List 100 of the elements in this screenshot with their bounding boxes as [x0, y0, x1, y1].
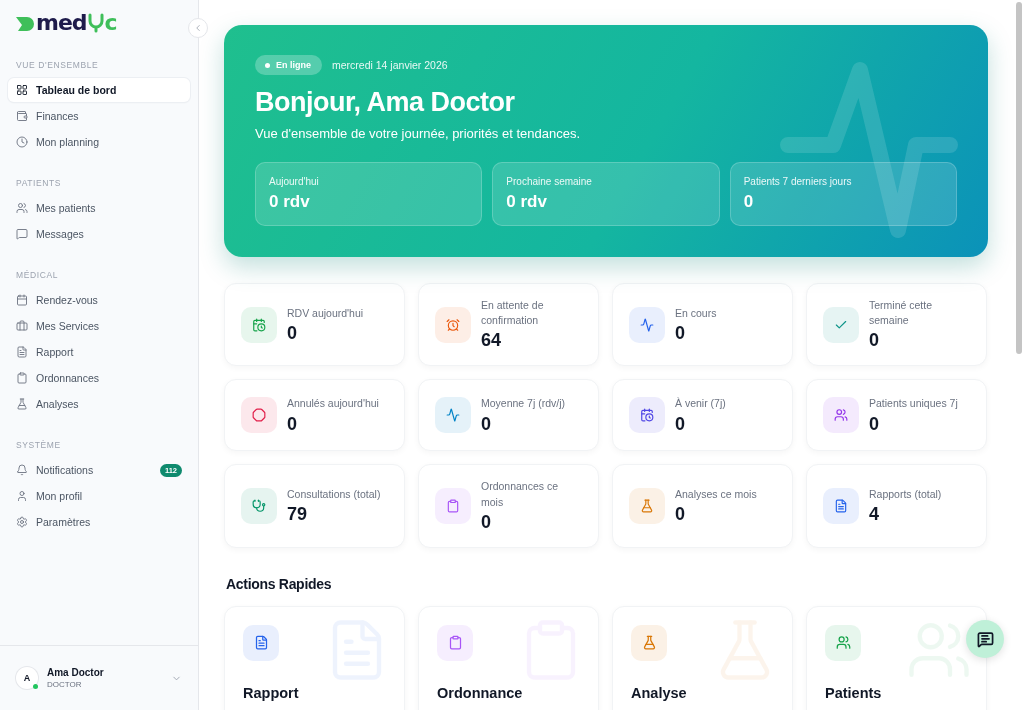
settings-icon — [16, 516, 28, 528]
nav-label: Mon planning — [36, 136, 101, 148]
nav-item[interactable]: Paramètres — [8, 510, 190, 534]
action-title: Rapport — [243, 684, 300, 701]
stat-label: En attente de confirmation — [481, 298, 545, 329]
date-text: mercredi 14 janvier 2026 — [332, 59, 448, 71]
wallet-icon — [16, 110, 28, 122]
octagon-icon — [252, 408, 266, 423]
summary-label: Prochaine semaine — [506, 176, 593, 187]
scrollbar[interactable] — [1016, 2, 1022, 354]
nav-label: Paramètres — [36, 516, 92, 528]
document-icon — [834, 499, 848, 514]
action-title: Ordonnance — [437, 684, 524, 701]
stat-value: 0 — [675, 322, 686, 344]
flask-icon — [16, 398, 28, 410]
message-icon — [16, 228, 28, 240]
clipboard-icon — [446, 499, 460, 514]
stat-value: 0 — [287, 413, 298, 435]
nav-label: Mes patients — [36, 202, 97, 214]
nav-item[interactable]: Mon profil — [8, 484, 190, 508]
stat-value: 0 — [481, 413, 492, 435]
stat-value: 0 — [869, 413, 880, 435]
bell-icon — [16, 464, 28, 476]
avatar: A — [16, 667, 38, 689]
greeting-title: Bonjour, Ama Doctor — [255, 87, 516, 118]
users-icon — [835, 635, 851, 651]
nav-item[interactable]: Ordonnances — [8, 366, 190, 390]
logo-mark-icon — [14, 14, 36, 32]
stat-label: À venir (7j) — [675, 396, 726, 412]
nav-label: Rapport — [36, 346, 75, 358]
flask-icon — [641, 635, 657, 651]
nav-item[interactable]: Rendez-vous — [8, 288, 190, 312]
stat-value: 64 — [481, 330, 503, 352]
flask-icon — [640, 499, 654, 514]
section-heading: Actions Rapides — [226, 575, 333, 592]
chevron-left-icon — [193, 23, 203, 33]
stat-value: 0 — [869, 330, 880, 352]
stat-value: 4 — [869, 504, 880, 526]
user-name: Ama Doctor — [47, 667, 105, 678]
nav-item[interactable]: Mes patients — [8, 196, 190, 220]
summary-label: Aujourd'hui — [269, 176, 320, 187]
stethoscope-logo-icon — [86, 12, 105, 34]
collapse-button[interactable] — [188, 18, 208, 38]
clipboard-icon — [16, 372, 28, 384]
nav-label: Messages — [36, 228, 85, 240]
logo: med — [36, 12, 87, 34]
nav-item[interactable]: Analyses — [8, 392, 190, 416]
stethoscope-icon — [252, 499, 266, 514]
users-icon — [16, 202, 28, 214]
calendar-clock-icon — [640, 408, 654, 423]
pulse-icon — [640, 317, 654, 332]
stat-label: Analyses ce mois — [675, 487, 757, 503]
stat-value: 0 — [481, 511, 492, 533]
logo-suffix: c — [104, 12, 117, 34]
nav-label: Analyses — [36, 398, 80, 410]
summary-value: 0 rdv — [506, 192, 548, 212]
nav-label: Rendez-vous — [36, 294, 99, 306]
stat-label: Moyenne 7j (rdv/j) — [481, 396, 566, 412]
stat-label: Annulés aujourd'hui — [287, 396, 379, 412]
stat-value: 0 — [675, 504, 686, 526]
action-card[interactable]: Rapport — [224, 605, 405, 710]
status-badge: En ligne — [255, 55, 322, 75]
section-title: PATIENTS — [15, 177, 63, 190]
stat-label: Consultations (total) — [287, 487, 381, 503]
calendar-clock-icon — [252, 317, 266, 332]
action-title: Analyse — [631, 684, 688, 701]
stat-label: Terminé cette semaine — [869, 298, 934, 329]
action-card[interactable]: Analyse — [612, 605, 793, 710]
status-dot — [265, 62, 270, 68]
section-title: MÉDICAL — [15, 269, 59, 282]
summary-value: 0 rdv — [269, 192, 311, 212]
nav-label: Notifications — [36, 464, 95, 476]
user-menu[interactable]: A Ama Doctor DOCTOR — [0, 645, 198, 710]
action-title: Patients — [825, 684, 883, 701]
briefcase-icon — [16, 320, 28, 332]
stat-value: 0 — [675, 413, 686, 435]
nav-item[interactable]: Rapport — [8, 340, 190, 364]
nav-label: Mes Services — [36, 320, 100, 332]
clipboard-icon — [447, 635, 463, 651]
document-icon — [253, 635, 269, 651]
action-card[interactable]: Patients — [806, 605, 987, 710]
stat-label: Ordonnances ce mois — [481, 479, 560, 510]
nav-item[interactable]: Mon planning — [8, 130, 190, 154]
calendar-icon — [16, 294, 28, 306]
nav-item[interactable]: Tableau de bord — [8, 78, 190, 102]
chat-button[interactable] — [966, 620, 1004, 658]
user-role: DOCTOR — [47, 680, 83, 689]
summary-label: Patients 7 derniers jours — [743, 176, 853, 187]
document-icon — [16, 346, 28, 358]
stat-label: Rapports (total) — [869, 487, 942, 503]
nav-item[interactable]: Finances — [8, 104, 190, 128]
action-card[interactable]: Ordonnance — [418, 605, 599, 710]
users-icon — [834, 408, 848, 423]
stat-label: Patients uniques 7j — [869, 396, 958, 412]
summary-value: 0 — [743, 192, 755, 212]
stat-label: RDV aujourd'hui — [287, 305, 364, 321]
nav-item[interactable]: Mes Services — [8, 314, 190, 338]
nav-item[interactable]: Messages — [8, 222, 190, 246]
greeting-subtitle: Vue d'ensemble de votre journée, priorités et tendances. — [255, 126, 582, 141]
nav-label: Finances — [36, 110, 80, 122]
